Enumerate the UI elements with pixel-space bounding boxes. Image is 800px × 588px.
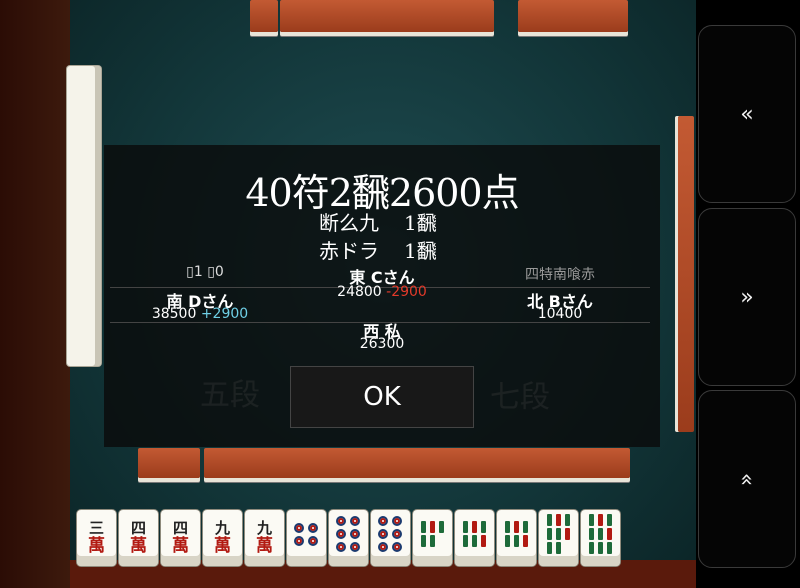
pin-icon xyxy=(377,516,404,552)
pin-icon xyxy=(335,516,362,552)
forward-button[interactable]: » xyxy=(698,208,796,386)
hand-tile[interactable] xyxy=(287,510,326,566)
tile-suit: 萬 xyxy=(130,536,147,556)
up-button[interactable]: « xyxy=(698,390,796,568)
pin-icon xyxy=(293,522,320,546)
sou-icon xyxy=(504,521,530,547)
score-delta: +2900 xyxy=(200,306,249,322)
hand-tile[interactable]: 九萬 xyxy=(245,510,284,566)
sou-icon xyxy=(420,521,446,547)
north-player-score: 10400 xyxy=(537,306,583,322)
table-frame-left xyxy=(0,0,70,588)
tile-number: 三 xyxy=(88,519,104,537)
hand-tile[interactable]: 四萬 xyxy=(119,510,158,566)
east-player-score: 24800 -2900 xyxy=(312,284,452,300)
south-status: ▯1 ▯0 xyxy=(186,264,224,280)
hand-tile[interactable] xyxy=(329,510,368,566)
tile-number: 四 xyxy=(172,519,188,537)
hand-tile[interactable] xyxy=(497,510,536,566)
rewind-button[interactable]: « xyxy=(698,25,796,203)
hand-tile[interactable] xyxy=(371,510,410,566)
score-delta: -2900 xyxy=(386,284,427,300)
sou-icon xyxy=(462,521,488,547)
west-player-score: 26300 xyxy=(359,336,405,352)
north-status: 四特南喰赤 xyxy=(525,267,595,283)
yaku-name: 赤ドラ xyxy=(319,239,379,263)
tile-number: 九 xyxy=(256,519,272,537)
sou-icon xyxy=(546,514,572,554)
tile-suit: 萬 xyxy=(88,536,105,556)
chevron-up-icon: « xyxy=(734,472,760,486)
south-player-score: 38500 +2900 xyxy=(130,306,270,322)
hand-tile[interactable] xyxy=(455,510,494,566)
tile-suit: 萬 xyxy=(172,536,189,556)
yaku-row: 断么九 1飜 xyxy=(319,207,437,236)
hand-tile[interactable]: 九萬 xyxy=(203,510,242,566)
hand-tile[interactable] xyxy=(539,510,578,566)
yaku-han: 1飜 xyxy=(404,211,437,235)
hand-tile[interactable]: 三萬 xyxy=(77,510,116,566)
yaku-han: 1飜 xyxy=(404,239,437,263)
tile-suit: 萬 xyxy=(256,536,273,556)
yaku-row: 赤ドラ 1飜 xyxy=(319,235,437,264)
tile-number: 九 xyxy=(214,519,230,537)
hand-tile[interactable] xyxy=(413,510,452,566)
yaku-name: 断么九 xyxy=(319,211,379,235)
ok-button[interactable]: OK xyxy=(290,366,474,428)
tile-suit: 萬 xyxy=(214,536,231,556)
hand-tile[interactable] xyxy=(581,510,620,566)
tile-number: 四 xyxy=(130,519,146,537)
score-value: 38500 xyxy=(151,306,197,322)
hand-tile[interactable]: 四萬 xyxy=(161,510,200,566)
score-value: 24800 xyxy=(337,284,382,300)
sou-icon xyxy=(588,514,614,554)
right-wall xyxy=(678,116,694,432)
